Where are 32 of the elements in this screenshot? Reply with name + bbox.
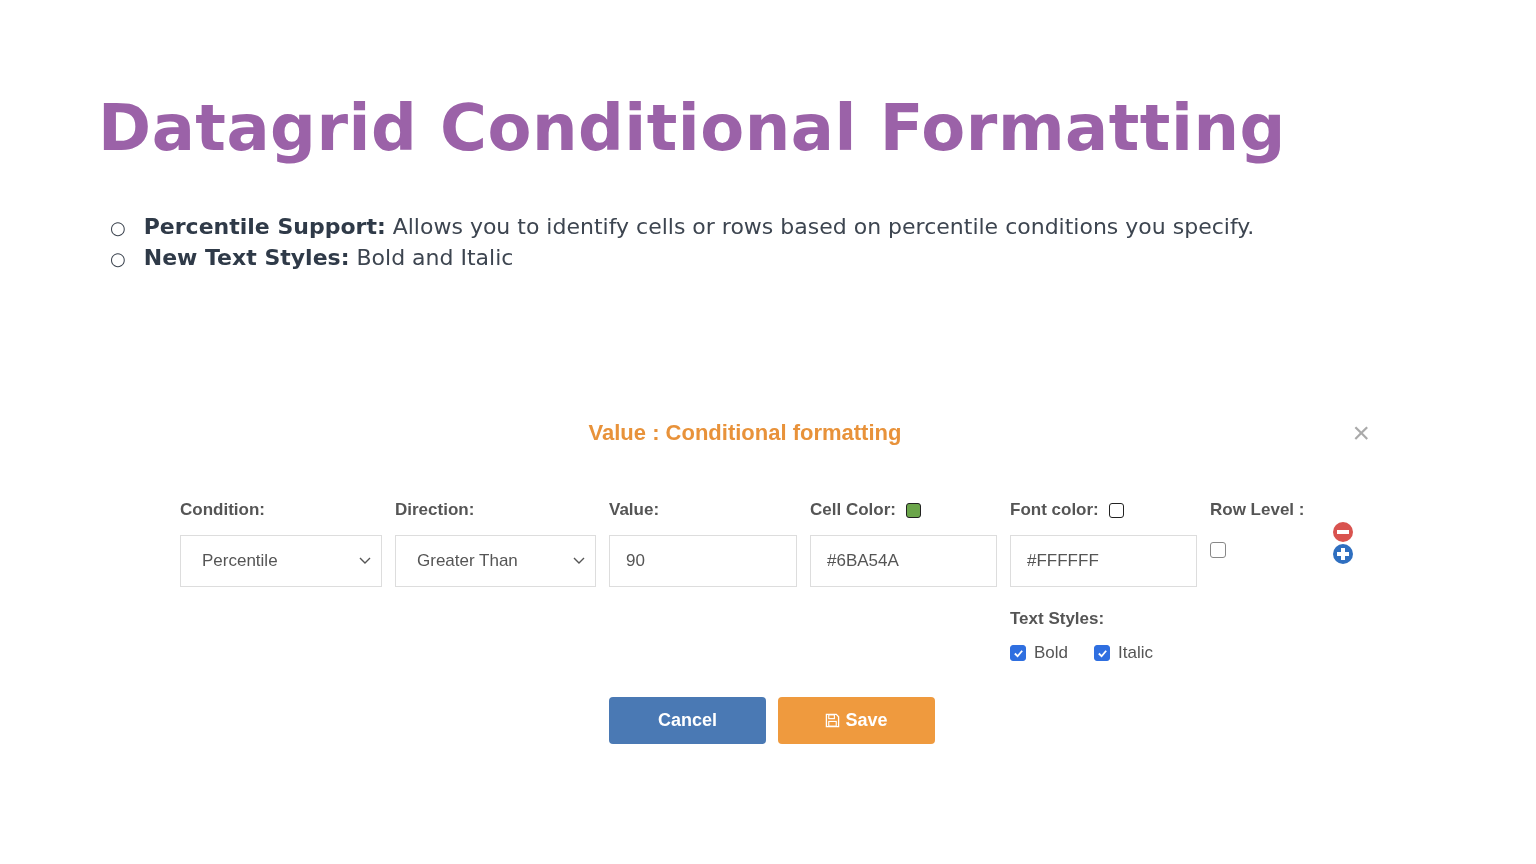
bullet-marker: ○ [110, 248, 126, 269]
bullet-marker: ○ [110, 217, 126, 238]
input-field[interactable]: #6BA54A [810, 535, 997, 587]
add-icon[interactable] [1333, 544, 1353, 564]
input-field[interactable]: #FFFFFF [1010, 535, 1197, 587]
field-label: Direction: [395, 500, 475, 520]
chevron-down-icon [359, 557, 371, 565]
checkbox[interactable] [1094, 645, 1111, 661]
remove-icon[interactable] [1333, 522, 1353, 542]
color-swatch[interactable] [1108, 502, 1124, 518]
bullet-text: New Text Styles: Bold and Italic [143, 245, 514, 270]
checkbox-label: Bold [1034, 643, 1069, 663]
field-label: Condition: [180, 500, 265, 520]
input-field[interactable]: 90 [609, 535, 797, 587]
color-swatch[interactable] [905, 502, 921, 518]
dropdown[interactable]: Percentile [180, 535, 382, 587]
checkbox[interactable] [1210, 542, 1226, 558]
checkbox[interactable] [1010, 645, 1026, 661]
field-label: Row Level : [1210, 500, 1305, 520]
check-icon [1012, 647, 1024, 659]
dialog-title: Value : Conditional formatting [588, 420, 902, 445]
field-label: Cell Color: [810, 500, 896, 520]
field-label: Text Styles: [1010, 609, 1105, 629]
chevron-down-icon [573, 557, 585, 565]
check-icon [1096, 647, 1108, 659]
bullet-text: Percentile Support: Allows you to identify cells or rows based on percentile conditions you specify. [143, 214, 1255, 239]
dropdown[interactable]: Greater Than [395, 535, 596, 587]
field-label: Value: [609, 500, 660, 520]
checkbox-label: Italic [1118, 643, 1153, 663]
cancel-button[interactable]: Cancel [609, 697, 766, 744]
slide-title: Datagrid Conditional Formatting [98, 90, 1287, 167]
field-label: Font color: [1010, 500, 1099, 520]
